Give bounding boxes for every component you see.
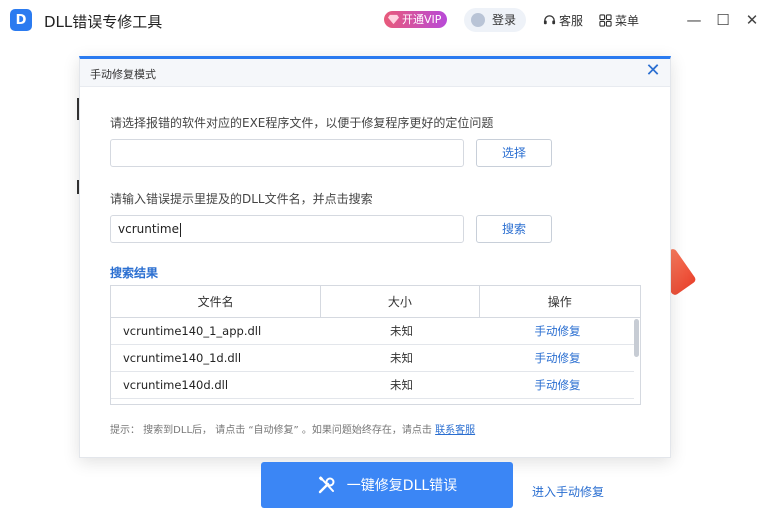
- row-size: 未知: [390, 351, 413, 365]
- maximize-button[interactable]: ☐: [713, 10, 733, 30]
- wrench-screwdriver-icon: [318, 476, 335, 494]
- close-window-button[interactable]: ✕: [742, 10, 762, 30]
- row-size: 未知: [390, 378, 413, 392]
- table-row: vcruntime140_1_app.dll 未知 手动修复: [111, 318, 634, 345]
- minimize-button[interactable]: —: [684, 10, 704, 30]
- dll-name-input[interactable]: vcruntime: [110, 215, 464, 243]
- login-label: 登录: [492, 13, 517, 27]
- app-logo: D: [10, 9, 32, 31]
- table-scrollbar[interactable]: [634, 319, 639, 357]
- service-button[interactable]: 客服: [543, 12, 583, 29]
- dialog-close-icon[interactable]: ✕: [644, 62, 662, 80]
- dll-name-value: vcruntime: [118, 222, 179, 236]
- app-title: DLL错误专修工具: [44, 13, 163, 31]
- manual-repair-link[interactable]: 手动修复: [481, 318, 634, 344]
- search-button[interactable]: 搜索: [476, 215, 552, 243]
- dialog-title: 手动修复模式: [90, 68, 156, 81]
- enter-manual-repair-link[interactable]: 进入手动修复: [532, 483, 604, 500]
- manual-repair-link[interactable]: 手动修复: [481, 372, 634, 398]
- avatar-icon: [471, 13, 485, 27]
- contact-service-link[interactable]: 联系客服: [435, 425, 475, 436]
- row-size: 未知: [390, 324, 413, 338]
- column-header-size: 大小: [321, 286, 480, 318]
- diamond-icon: [388, 14, 399, 25]
- select-button[interactable]: 选择: [476, 139, 552, 167]
- row-filename: vcruntime140_1_app.dll: [123, 324, 262, 338]
- grid-menu-icon: [599, 14, 612, 27]
- vip-button[interactable]: 开通VIP: [384, 11, 448, 28]
- column-header-action: 操作: [547, 295, 572, 309]
- dialog-header: 手动修复模式 ✕: [80, 59, 670, 87]
- one-click-repair-button[interactable]: 一键修复DLL错误: [261, 462, 513, 508]
- exe-path-input[interactable]: [110, 139, 464, 167]
- title-bar: D DLL错误专修工具 开通VIP 登录 客服 菜单 — ☐ ✕: [0, 0, 772, 40]
- login-button[interactable]: 登录: [464, 8, 527, 32]
- manual-repair-link[interactable]: 手动修复: [481, 345, 634, 371]
- row-filename: vcruntime140d.dll: [123, 378, 229, 392]
- results-title: 搜索结果: [110, 266, 159, 280]
- vip-label: 开通VIP: [402, 13, 442, 26]
- table-row: vcruntime140d.dll 未知 手动修复: [111, 372, 634, 399]
- dll-prompt: 请输入错误提示里提及的DLL文件名，并点击搜索: [110, 192, 373, 206]
- table-row: vcruntime140_1d.dll 未知 手动修复: [111, 345, 634, 372]
- results-table: 文件名 大小 操作 vcruntime140_1_app.dll 未知 手动修复…: [110, 285, 641, 405]
- column-header-filename: 文件名: [111, 286, 322, 318]
- hint-message: 提示： 搜索到DLL后， 请点击 “自动修复” 。如果问题始终存在，请点击: [110, 425, 432, 436]
- row-filename: vcruntime140_1d.dll: [123, 351, 242, 365]
- service-label: 客服: [559, 14, 584, 28]
- table-header: 文件名 大小 操作: [111, 286, 640, 318]
- menu-label: 菜单: [615, 14, 640, 28]
- headset-icon: [543, 15, 556, 25]
- menu-button[interactable]: 菜单: [599, 12, 639, 29]
- primary-label: 一键修复DLL错误: [346, 478, 458, 494]
- exe-prompt: 请选择报错的软件对应的EXE程序文件，以便于修复程序更好的定位问题: [110, 116, 494, 130]
- manual-repair-dialog: 手动修复模式 ✕ 请选择报错的软件对应的EXE程序文件，以便于修复程序更好的定位…: [79, 56, 671, 458]
- hint-text: 提示： 搜索到DLL后， 请点击 “自动修复” 。如果问题始终存在，请点击 联系…: [110, 421, 475, 436]
